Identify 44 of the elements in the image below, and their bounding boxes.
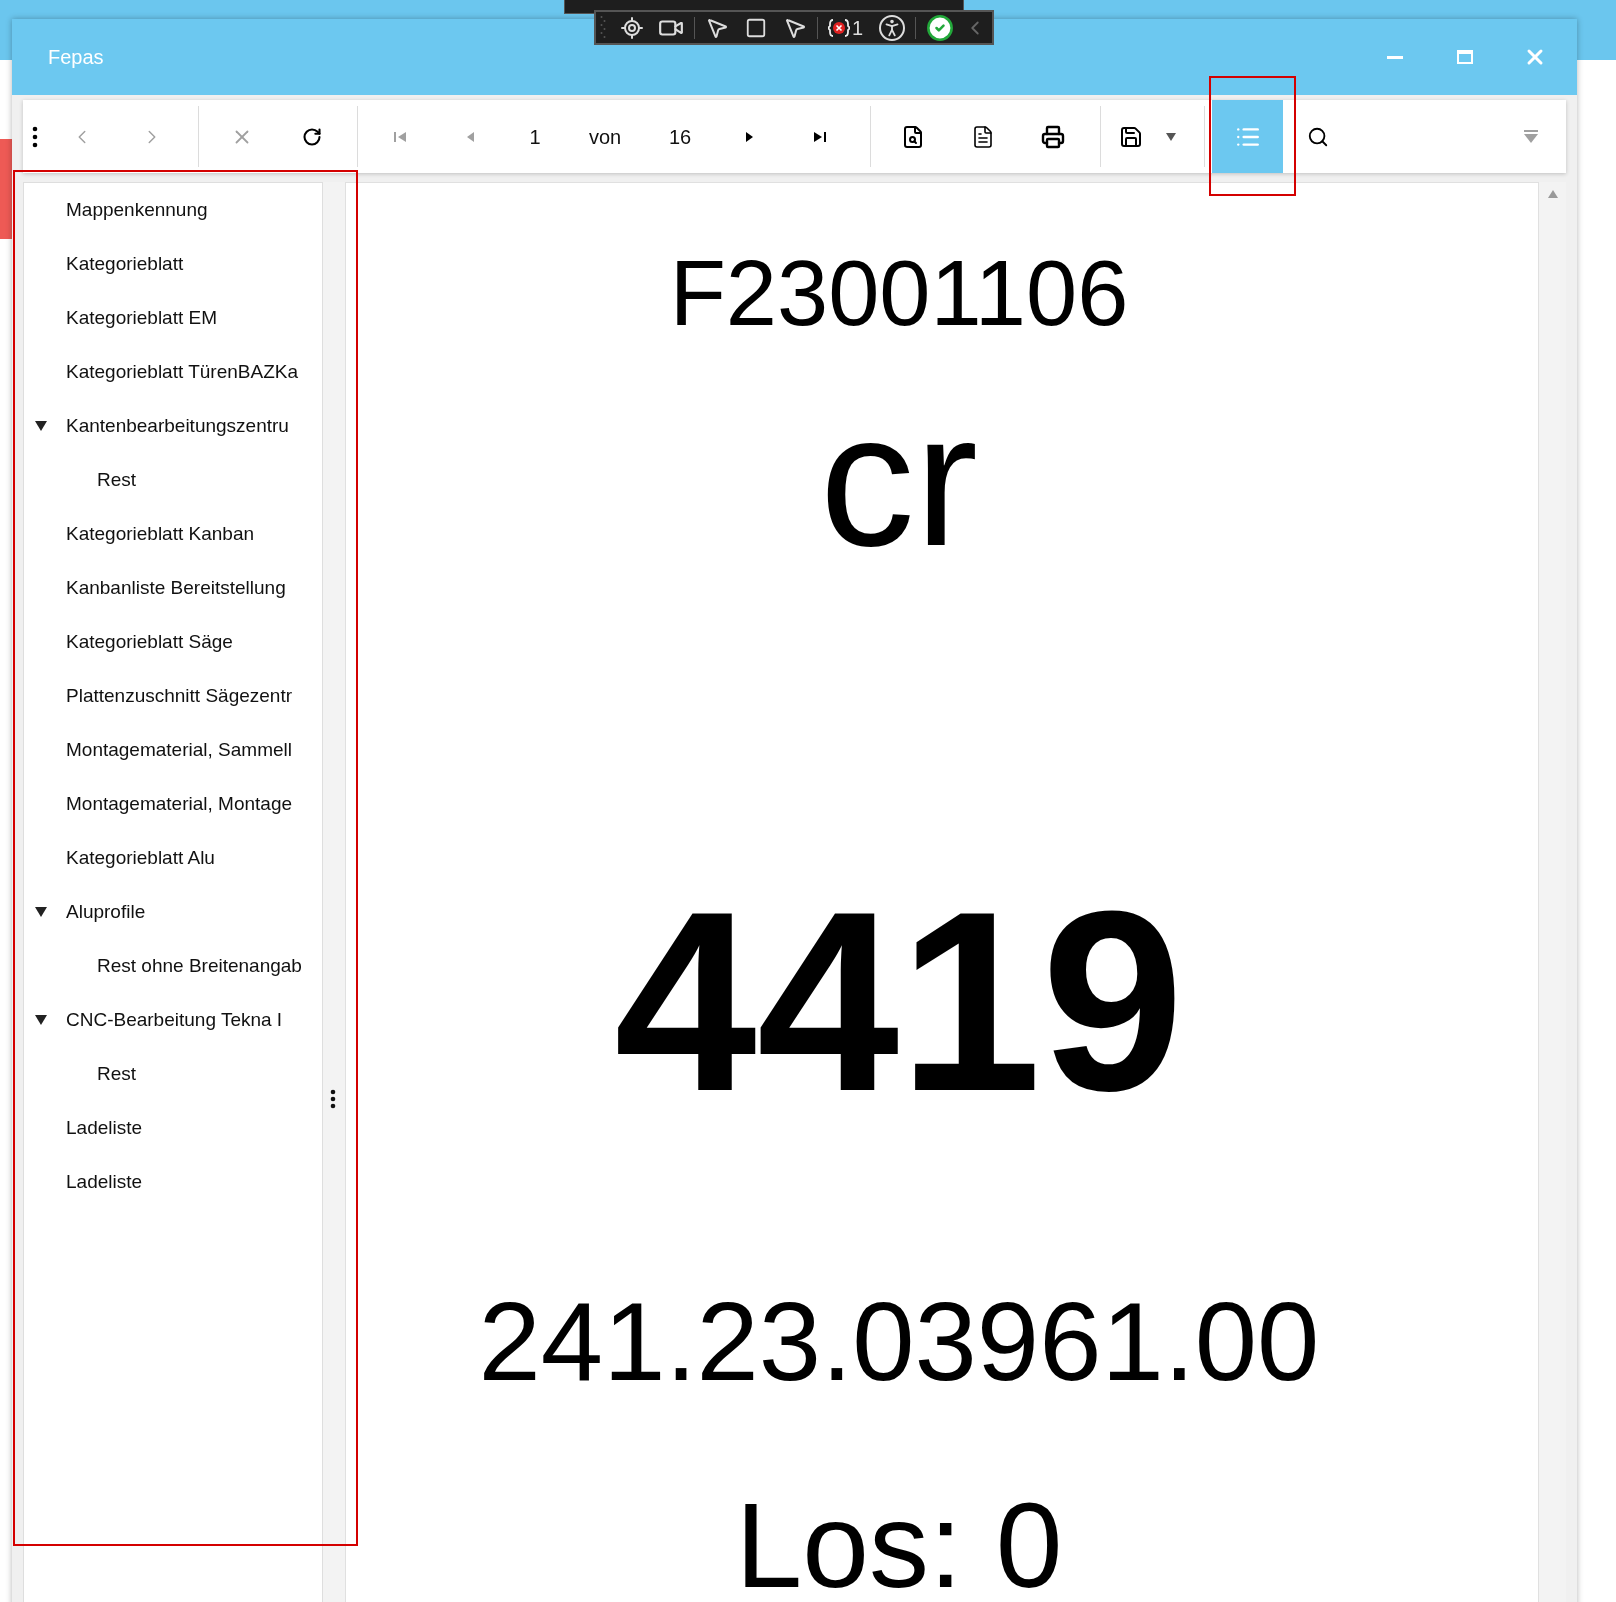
more-icon[interactable] [330,1089,336,1109]
grip-icon [600,14,606,41]
accessibility-icon[interactable] [879,14,906,41]
document-text: Los: 0 [735,1485,1063,1602]
tree-item[interactable]: Ladeliste [24,1155,322,1209]
tree-item[interactable]: Kategorieblatt Säge [24,615,322,669]
collapse-icon[interactable] [35,1015,47,1025]
tree-item[interactable]: CNC-Bearbeitung Tekna I [24,993,322,1047]
tree-item[interactable]: Kantenbearbeitungszentru [24,399,322,453]
page-label: 16 [667,124,693,150]
menu-button[interactable] [23,100,47,173]
page-number-field[interactable]: 1 [505,100,565,173]
tree-item[interactable]: Rest [24,1047,322,1101]
target-icon[interactable] [620,15,644,40]
document-text: 241.23.03961.00 [478,1286,1320,1398]
error-count: 1 [852,15,864,41]
page-label: von [587,124,623,150]
tree-item[interactable]: Rest ohne Breitenangab [24,939,322,993]
tree-item[interactable]: Montagematerial, Sammell [24,723,322,777]
tree-item[interactable]: Kategorieblatt TürenBAZKa [24,345,322,399]
square-icon[interactable] [745,16,767,39]
minimize-icon [1387,55,1403,59]
error-icon[interactable] [828,17,850,38]
tree-item[interactable]: Aluprofile [24,885,322,939]
tree-item[interactable]: Kanbanliste Bereitstellung [24,561,322,615]
collapse-icon[interactable] [35,421,47,431]
search-button[interactable] [1283,100,1353,173]
tree-item[interactable]: Plattenzuschnitt Sägezentr [24,669,322,723]
tree-item[interactable]: Kategorieblatt Alu [24,831,322,885]
tree-item[interactable]: Ladeliste [24,1101,322,1155]
check-icon[interactable] [926,13,955,42]
maximize-icon [1457,50,1473,64]
tree-item[interactable]: Kategorieblatt Kanban [24,507,322,561]
window-title: Fepas [48,45,104,70]
tree-item[interactable]: Rest [24,453,322,507]
document-text: 4419 [614,873,1184,1129]
document-text: cr [819,384,979,574]
tree-item[interactable]: Kategorieblatt [24,237,322,291]
collapse-icon[interactable] [35,907,47,917]
tree-item[interactable]: Montagematerial, Montage [24,777,322,831]
scroll-up-icon[interactable] [1547,190,1558,198]
document-text: F23001106 [669,247,1129,339]
tree-item[interactable]: Kategorieblatt EM [24,291,322,345]
tree-item[interactable]: Mappenkennung [24,183,322,237]
